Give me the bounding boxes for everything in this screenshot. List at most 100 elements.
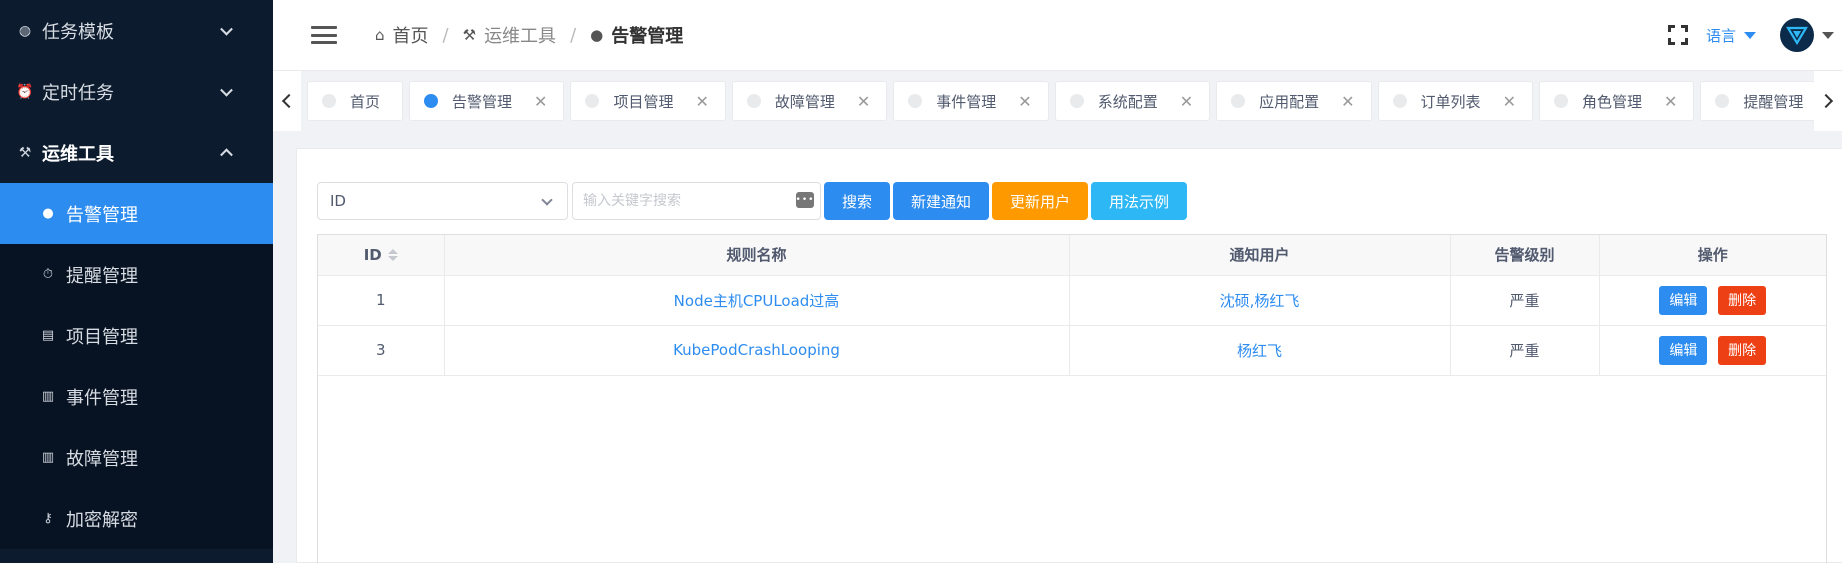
tab-label: 项目管理 (613, 92, 674, 111)
breadcrumb-home[interactable]: ⌂ 首页 (375, 22, 429, 48)
menu-group-ops-tools[interactable]: ⚒ 运维工具 (0, 122, 273, 183)
chevron-up-icon (220, 147, 233, 161)
close-icon[interactable]: ✕ (1180, 92, 1193, 111)
tab-role-management[interactable]: 角色管理 ✕ (1538, 81, 1695, 121)
sidebar-item-event-management[interactable]: ▥ 事件管理 (0, 366, 273, 427)
tabs-scroll-left-button[interactable] (273, 71, 301, 131)
cell-rule-name: Node主机CPULoad过高 (444, 275, 1070, 326)
search-input[interactable] (583, 193, 783, 209)
tools-icon: ⚒ (462, 26, 477, 44)
close-icon[interactable]: ✕ (1341, 92, 1354, 111)
users-link[interactable]: 杨红飞 (1237, 342, 1282, 360)
list-icon: ▥ (41, 450, 55, 465)
delete-button[interactable]: 删除 (1718, 285, 1767, 315)
table-row: 3 KubePodCrashLooping 杨红飞 严重 编辑 删除 (318, 325, 1826, 376)
cell-actions: 编辑 删除 (1599, 275, 1826, 326)
tab-status-dot (746, 94, 761, 108)
search-button[interactable]: 搜索 (824, 182, 891, 220)
tab-fault-management[interactable]: 故障管理 ✕ (731, 81, 888, 121)
tab-label: 应用配置 (1259, 92, 1320, 111)
breadcrumb-label: 告警管理 (611, 26, 684, 47)
rule-name-link[interactable]: KubePodCrashLooping (673, 341, 840, 359)
tab-status-dot (585, 94, 600, 108)
menu-group-label: 任务模板 (42, 21, 114, 43)
menu-toggle-icon[interactable] (311, 26, 337, 44)
sidebar-item-label: 提醒管理 (66, 265, 138, 287)
cell-id: 3 (318, 325, 445, 376)
sidebar-item-reminder-management[interactable]: ⏱ 提醒管理 (0, 244, 273, 305)
chevron-down-icon (220, 83, 233, 97)
users-link[interactable]: 沈硕,杨红飞 (1220, 292, 1300, 310)
tabs-scroll-right-button[interactable] (1814, 71, 1842, 131)
sidebar-item-label: 加密解密 (66, 509, 138, 531)
menu-group-label: 定时任务 (42, 82, 114, 104)
search-field-select[interactable]: ID (317, 182, 568, 220)
cell-users: 沈硕,杨红飞 (1069, 275, 1451, 326)
fullscreen-icon[interactable] (1667, 25, 1688, 45)
tab-status-dot (1553, 94, 1568, 108)
tab-label: 故障管理 (774, 92, 835, 111)
tab-app-config[interactable]: 应用配置 ✕ (1216, 81, 1372, 121)
tab-project-management[interactable]: 项目管理 ✕ (570, 81, 726, 121)
document-icon: ▤ (41, 328, 55, 343)
language-label: 语言 (1705, 26, 1736, 45)
breadcrumb-separator: / (570, 24, 577, 46)
breadcrumb-label: 运维工具 (484, 26, 557, 47)
update-user-button[interactable]: 更新用户 (992, 182, 1089, 220)
cell-id: 1 (318, 275, 445, 326)
main-content: ID ••• 搜索 新建通知 更新用户 用法示例 ID 规则名称 (296, 148, 1842, 563)
close-icon[interactable]: ✕ (1664, 92, 1677, 111)
submenu-ops-tools: ● 告警管理 ⏱ 提醒管理 ▤ 项目管理 ▥ 事件管理 ▥ 故障管理 ⚷ 加密解… (0, 183, 273, 549)
alert-circle-icon: ● (590, 26, 604, 44)
tab-order-list[interactable]: 订单列表 ✕ (1377, 81, 1533, 121)
tab-reminder-management[interactable]: 提醒管理 ✕ (1700, 81, 1814, 121)
sidebar-item-alert-management[interactable]: ● 告警管理 (0, 183, 273, 244)
edit-button[interactable]: 编辑 (1659, 335, 1708, 365)
sidebar-item-project-management[interactable]: ▤ 项目管理 (0, 305, 273, 366)
avatar-caret-down-icon[interactable] (1822, 31, 1834, 39)
close-icon[interactable]: ✕ (1018, 92, 1031, 111)
tab-system-config[interactable]: 系统配置 ✕ (1054, 81, 1211, 121)
avatar[interactable] (1780, 18, 1814, 52)
tab-label: 事件管理 (936, 92, 997, 111)
tab-home[interactable]: 首页 (307, 81, 404, 121)
sidebar-item-encrypt-decrypt[interactable]: ⚷ 加密解密 (0, 488, 273, 549)
new-notice-button[interactable]: 新建通知 (893, 182, 990, 220)
sidebar-item-label: 故障管理 (66, 448, 138, 470)
edit-button[interactable]: 编辑 (1659, 285, 1708, 315)
breadcrumb-separator: / (442, 24, 449, 46)
tab-alert-management[interactable]: 告警管理 ✕ (409, 81, 565, 121)
usage-example-button[interactable]: 用法示例 (1091, 182, 1188, 220)
sort-icon[interactable] (387, 249, 398, 262)
close-icon[interactable]: ✕ (695, 92, 708, 111)
tab-event-management[interactable]: 事件管理 ✕ (893, 81, 1049, 121)
tab-label: 告警管理 (452, 92, 513, 111)
cell-users: 杨红飞 (1069, 325, 1451, 376)
breadcrumb: ⌂ 首页 / ⚒ 运维工具 / ● 告警管理 (375, 22, 683, 48)
sidebar-item-fault-management[interactable]: ▥ 故障管理 (0, 427, 273, 488)
tab-label: 订单列表 (1420, 92, 1481, 111)
close-icon[interactable]: ✕ (534, 92, 547, 111)
tab-status-dot (1069, 94, 1084, 108)
delete-button[interactable]: 删除 (1718, 335, 1767, 365)
language-dropdown[interactable]: 语言 (1706, 25, 1756, 46)
top-header: ⌂ 首页 / ⚒ 运维工具 / ● 告警管理 语言 (273, 0, 1842, 70)
sidebar: ◍ 任务模板 ⏰ 定时任务 ⚒ 运维工具 ● 告警管理 ⏱ 提醒管理 ▤ 项目管… (0, 0, 273, 563)
menu-group-scheduled-task[interactable]: ⏰ 定时任务 (0, 61, 273, 122)
close-icon[interactable]: ✕ (1503, 92, 1516, 111)
cell-level: 严重 (1450, 325, 1600, 376)
tags-nav: 首页 告警管理 ✕ 项目管理 ✕ 故障管理 ✕ 事件管理 ✕ 系统配置 ✕ 应用… (273, 70, 1842, 131)
close-icon[interactable]: ✕ (857, 92, 870, 111)
breadcrumb-ops-tools[interactable]: ⚒ 运维工具 (463, 22, 556, 48)
tab-status-dot (1231, 94, 1246, 108)
alert-table: ID 规则名称 通知用户 告警级别 操作 1 Node主机CPULoad过高 沈… (317, 234, 1827, 563)
rule-name-link[interactable]: Node主机CPULoad过高 (674, 292, 840, 310)
tabs-track: 首页 告警管理 ✕ 项目管理 ✕ 故障管理 ✕ 事件管理 ✕ 系统配置 ✕ 应用… (307, 71, 1814, 131)
tab-label: 首页 (350, 92, 381, 111)
menu-group-task-template[interactable]: ◍ 任务模板 (0, 0, 273, 61)
alarm-icon: ⏱ (42, 267, 54, 282)
tab-status-dot (1715, 94, 1730, 108)
keyboard-icon[interactable]: ••• (796, 192, 814, 208)
column-header-id[interactable]: ID (318, 235, 445, 276)
cell-actions: 编辑 删除 (1599, 325, 1826, 376)
